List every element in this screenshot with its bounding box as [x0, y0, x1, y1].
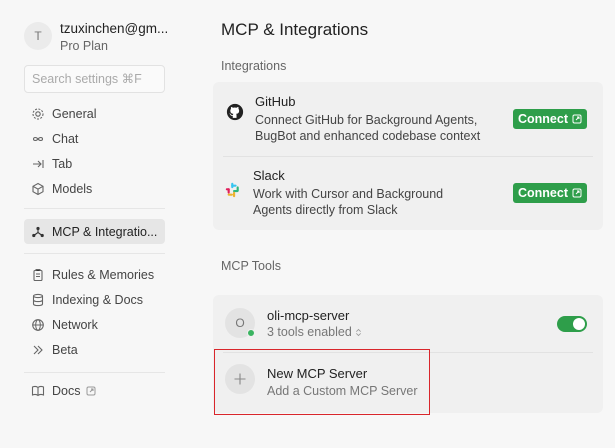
- integration-name: Slack: [253, 168, 285, 183]
- profile-plan: Pro Plan: [60, 39, 108, 53]
- integration-row-github: GitHub Connect GitHub for Background Age…: [213, 82, 603, 156]
- network-nodes-icon: [31, 225, 45, 239]
- mcp-server-row[interactable]: O oli-mcp-server 3 tools enabled: [213, 295, 603, 352]
- toggle-knob: [573, 318, 585, 330]
- external-link-icon: [86, 386, 96, 396]
- connect-label: Connect: [518, 112, 568, 126]
- double-chevron-icon: [31, 343, 45, 357]
- external-link-icon: [572, 114, 582, 124]
- server-enabled-toggle[interactable]: [557, 316, 587, 332]
- plus-icon: [225, 364, 255, 394]
- mcp-tools-card: O oli-mcp-server 3 tools enabled New MCP…: [213, 295, 603, 413]
- server-name: oli-mcp-server: [267, 308, 350, 323]
- arrow-right-tab-icon: [31, 157, 45, 171]
- page-title: MCP & Integrations: [221, 20, 369, 39]
- sidebar-item-label: Tab: [52, 156, 73, 171]
- connect-github-button[interactable]: Connect: [513, 109, 587, 129]
- sidebar-item-label: Rules & Memories: [52, 267, 155, 282]
- integration-name: GitHub: [255, 94, 296, 109]
- sidebar-item-chat[interactable]: Chat: [24, 126, 165, 151]
- sidebar-item-label: Docs: [52, 383, 81, 398]
- sidebar-item-label: Models: [52, 181, 93, 196]
- globe-icon: [31, 318, 45, 332]
- nav-group-main: General Chat Tab Models: [24, 101, 165, 201]
- sidebar-item-label: Beta: [52, 342, 78, 357]
- slack-icon: [223, 180, 243, 200]
- sidebar-item-general[interactable]: General: [24, 101, 165, 126]
- integrations-card: GitHub Connect GitHub for Background Age…: [213, 82, 603, 230]
- sidebar-item-label: Indexing & Docs: [52, 292, 144, 307]
- sidebar-item-network[interactable]: Network: [24, 312, 165, 337]
- chevron-up-down-icon: [355, 328, 362, 337]
- search-input[interactable]: Search settings ⌘F: [24, 65, 165, 93]
- infinity-icon: [31, 132, 45, 146]
- sidebar-item-beta[interactable]: Beta: [24, 337, 165, 362]
- nav-group-secondary: Rules & Memories Indexing & Docs Network…: [24, 262, 165, 362]
- status-dot: [247, 329, 255, 337]
- external-link-icon: [572, 188, 582, 198]
- new-server-title: New MCP Server: [267, 366, 368, 381]
- github-icon: [225, 102, 245, 122]
- avatar: T: [24, 22, 52, 50]
- new-server-subtitle: Add a Custom MCP Server: [267, 384, 418, 398]
- sidebar-item-label: Network: [52, 317, 98, 332]
- main-content: MCP & Integrations Integrations GitHub C…: [213, 0, 603, 448]
- sidebar-item-mcp[interactable]: MCP & Integratio...: [24, 219, 165, 244]
- nav-group-docs: Docs: [24, 378, 165, 403]
- gear-icon: [31, 107, 45, 121]
- divider: [24, 372, 165, 373]
- sidebar-item-docs[interactable]: Docs: [24, 378, 165, 403]
- sidebar-item-label: General: [52, 106, 97, 121]
- integration-row-slack: Slack Work with Cursor and Background Ag…: [213, 156, 603, 230]
- section-label-mcp-tools: MCP Tools: [221, 259, 281, 273]
- sidebar-item-indexing[interactable]: Indexing & Docs: [24, 287, 165, 312]
- sidebar-item-models[interactable]: Models: [24, 176, 165, 201]
- book-icon: [31, 384, 45, 398]
- sidebar-item-label: MCP & Integratio...: [52, 224, 158, 239]
- new-mcp-server-row[interactable]: New MCP Server Add a Custom MCP Server: [213, 352, 603, 413]
- tools-enabled-label: 3 tools enabled: [267, 325, 352, 339]
- divider: [24, 208, 165, 209]
- database-icon: [31, 293, 45, 307]
- cube-icon: [31, 182, 45, 196]
- integration-desc: Connect GitHub for Background Agents, Bu…: [255, 113, 481, 143]
- connect-label: Connect: [518, 186, 568, 200]
- clipboard-icon: [31, 268, 45, 282]
- divider: [24, 253, 165, 254]
- profile-email: tzuxinchen@gm...: [60, 21, 169, 36]
- settings-sidebar: T tzuxinchen@gm... Pro Plan Search setti…: [0, 0, 182, 448]
- sidebar-item-rules[interactable]: Rules & Memories: [24, 262, 165, 287]
- connect-slack-button[interactable]: Connect: [513, 183, 587, 203]
- sidebar-item-tab[interactable]: Tab: [24, 151, 165, 176]
- integration-desc: Work with Cursor and Background Agents d…: [253, 187, 444, 217]
- tools-enabled-dropdown[interactable]: 3 tools enabled: [267, 325, 362, 339]
- nav-group-active: MCP & Integratio...: [24, 219, 165, 244]
- user-profile[interactable]: T tzuxinchen@gm... Pro Plan: [24, 20, 168, 55]
- sidebar-item-label: Chat: [52, 131, 79, 146]
- section-label-integrations: Integrations: [221, 59, 287, 73]
